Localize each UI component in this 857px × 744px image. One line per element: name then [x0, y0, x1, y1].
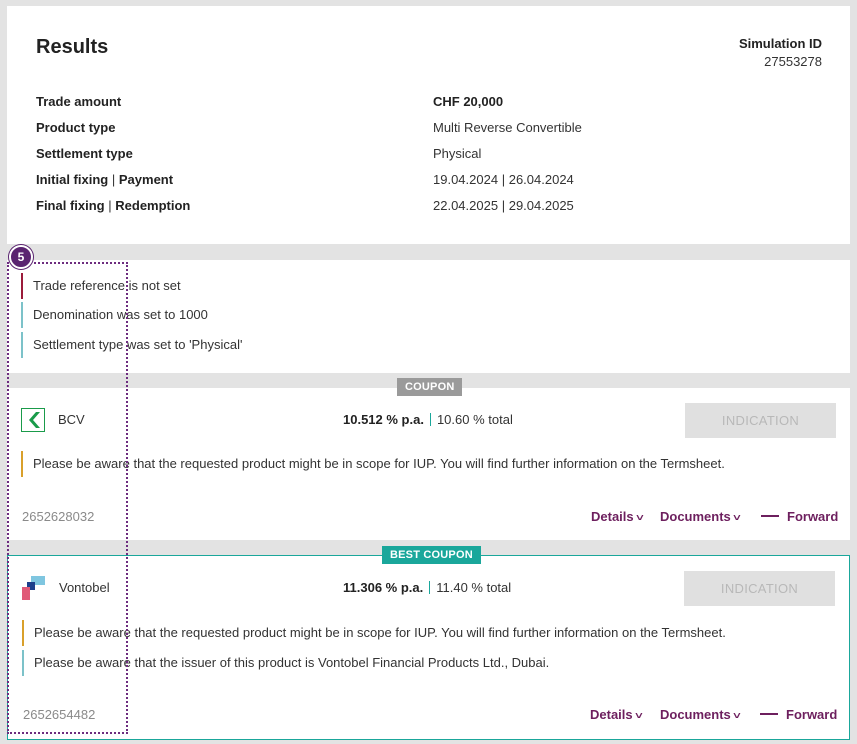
chevron-down-icon: ˅: [634, 711, 643, 722]
details-dropdown[interactable]: Details ˅: [591, 509, 644, 524]
row-label: Final fixing | Redemption: [36, 198, 190, 213]
separator: |: [111, 172, 116, 187]
row-label: Initial fixing | Payment: [36, 172, 173, 187]
simulation-id-value: 27553278: [764, 54, 822, 69]
value-part: 26.04.2024: [508, 172, 574, 187]
separator: |: [501, 172, 506, 187]
forward-link[interactable]: Forward: [761, 509, 838, 524]
row-final-fixing: Final fixing | Redemption 22.04.2025 | 2…: [36, 198, 816, 218]
documents-dropdown[interactable]: Documents ˅: [660, 509, 741, 524]
row-value: CHF 20,000: [433, 94, 504, 109]
documents-label: Documents: [660, 707, 731, 722]
chevron-down-icon: ˅: [635, 513, 644, 524]
forward-icon: [760, 713, 778, 715]
row-value: 19.04.2024 | 26.04.2024: [433, 172, 574, 187]
best-coupon-badge: BEST COUPON: [382, 546, 481, 564]
row-trade-amount: Trade amount CHF 20,000: [36, 94, 816, 114]
coupon-badge: COUPON: [397, 378, 463, 396]
rate-divider: [429, 581, 431, 594]
separator: |: [108, 198, 112, 213]
offer-reference: 2652628032: [22, 509, 95, 524]
offer-card-vontobel: Vontobel 11.306 % p.a. 11.40 % total INDI…: [7, 555, 850, 740]
bcv-logo-icon: [20, 407, 46, 433]
indication-button[interactable]: INDICATION: [685, 403, 836, 438]
row-value: Multi Reverse Convertible: [433, 120, 582, 135]
value-part: 29.04.2025: [508, 198, 574, 213]
page-title: Results: [36, 36, 109, 58]
message-item: Denomination was set to 1000: [21, 302, 208, 328]
chevron-down-icon: ˅: [732, 711, 741, 722]
label-part: Redemption: [115, 198, 191, 213]
coupon-rate: 10.512 % p.a. 10.60 % total: [343, 412, 513, 427]
documents-label: Documents: [660, 509, 731, 524]
row-label: Trade amount: [36, 94, 122, 109]
documents-dropdown[interactable]: Documents ˅: [660, 707, 741, 722]
issuer-name: BCV: [58, 412, 85, 427]
indication-button[interactable]: INDICATION: [684, 571, 835, 606]
forward-icon: [761, 515, 779, 517]
separator: |: [501, 198, 506, 213]
label-part: Payment: [118, 172, 174, 187]
offer-note: Please be aware that the requested produ…: [21, 451, 725, 477]
forward-label: Forward: [786, 707, 838, 722]
rate-divider: [429, 413, 431, 426]
forward-link[interactable]: Forward: [760, 707, 837, 722]
offer-card-bcv: BCV 10.512 % p.a. 10.60 % total INDICATIO…: [7, 388, 850, 540]
message-item: Trade reference is not set: [21, 273, 181, 299]
row-settlement-type: Settlement type Physical: [36, 146, 816, 166]
rate-total: 11.40 % total: [436, 580, 512, 595]
rate-pa: 11.306 % p.a.: [343, 580, 424, 595]
issuer-name: Vontobel: [59, 580, 110, 595]
row-value: Physical: [433, 146, 482, 161]
row-label: Settlement type: [36, 146, 133, 161]
forward-label: Forward: [787, 509, 839, 524]
rate-pa: 10.512 % p.a.: [343, 412, 424, 427]
chevron-down-icon: ˅: [732, 513, 741, 524]
tutorial-step-badge: 5: [9, 245, 33, 269]
offer-note: Please be aware that the requested produ…: [22, 620, 726, 646]
messages-card: Trade reference is not set Denomination …: [7, 260, 850, 373]
value-part: 22.04.2025: [433, 198, 499, 213]
details-label: Details: [591, 509, 634, 524]
value-part: 19.04.2024: [433, 172, 499, 187]
coupon-rate: 11.306 % p.a. 11.40 % total: [343, 580, 511, 595]
row-initial-fixing: Initial fixing | Payment 19.04.2024 | 26…: [36, 172, 816, 192]
label-part: Final fixing: [36, 198, 105, 213]
rate-total: 10.60 % total: [436, 412, 513, 427]
offer-reference: 2652654482: [23, 707, 96, 722]
message-item: Settlement type was set to 'Physical': [21, 332, 242, 358]
details-label: Details: [590, 707, 633, 722]
row-value: 22.04.2025 | 29.04.2025: [433, 198, 574, 213]
simulation-id-label: Simulation ID: [738, 36, 822, 51]
label-part: Initial fixing: [36, 172, 109, 187]
vontobel-logo-icon: [22, 576, 46, 600]
results-card: Results Simulation ID 27553278 Trade amo…: [7, 6, 850, 244]
offer-note: Please be aware that the issuer of this …: [22, 650, 549, 676]
details-dropdown[interactable]: Details ˅: [590, 707, 643, 722]
row-product-type: Product type Multi Reverse Convertible: [36, 120, 816, 140]
row-label: Product type: [36, 120, 116, 135]
